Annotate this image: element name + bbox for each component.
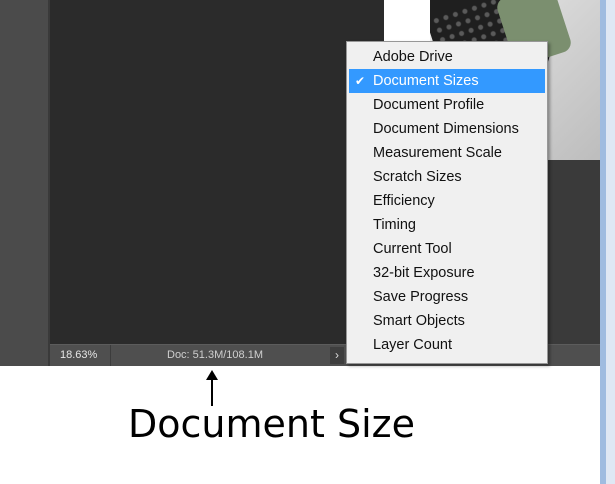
menu-item-label: Document Profile <box>373 97 485 113</box>
annotation-caption: Document Size <box>128 402 415 446</box>
menu-item-scratch-sizes[interactable]: Scratch Sizes <box>349 165 545 189</box>
menu-item-document-dimensions[interactable]: Document Dimensions <box>349 117 545 141</box>
canvas-gray-area <box>548 160 600 344</box>
menu-item-label: Measurement Scale <box>373 145 502 161</box>
checkmark-icon: ✔ <box>355 74 366 88</box>
menu-item-label: Current Tool <box>373 241 452 257</box>
zoom-level[interactable]: 18.63% <box>50 345 111 366</box>
menu-item-label: Efficiency <box>373 193 435 209</box>
menu-item-label: Scratch Sizes <box>373 169 462 185</box>
left-panel <box>0 0 48 366</box>
status-menu-arrow-button[interactable]: › <box>330 347 344 364</box>
menu-item-label: Timing <box>373 217 416 233</box>
menu-item-current-tool[interactable]: Current Tool <box>349 237 545 261</box>
menu-item-document-profile[interactable]: Document Profile <box>349 93 545 117</box>
document-size-info: Doc: 51.3M/108.1M <box>167 349 263 361</box>
menu-item-label: Smart Objects <box>373 313 465 329</box>
window-edge-light <box>606 0 615 484</box>
menu-item-label: Layer Count <box>373 337 452 353</box>
menu-item-efficiency[interactable]: Efficiency <box>349 189 545 213</box>
menu-item-adobe-drive[interactable]: Adobe Drive <box>349 45 545 69</box>
menu-item-label: Save Progress <box>373 289 469 305</box>
status-info-menu: Adobe Drive ✔ Document Sizes Document Pro… <box>346 41 548 364</box>
menu-item-measurement-scale[interactable]: Measurement Scale <box>349 141 545 165</box>
menu-item-timing[interactable]: Timing <box>349 213 545 237</box>
menu-item-label: 32-bit Exposure <box>373 265 475 281</box>
menu-item-save-progress[interactable]: Save Progress <box>349 285 545 309</box>
menu-item-layer-count[interactable]: Layer Count <box>349 333 545 357</box>
menu-item-label: Document Sizes <box>373 73 479 89</box>
image-background <box>384 0 430 42</box>
menu-item-label: Document Dimensions <box>373 121 519 137</box>
menu-item-32-bit-exposure[interactable]: 32-bit Exposure <box>349 261 545 285</box>
menu-item-document-sizes[interactable]: ✔ Document Sizes <box>349 69 545 93</box>
menu-item-smart-objects[interactable]: Smart Objects <box>349 309 545 333</box>
menu-item-label: Adobe Drive <box>373 49 453 65</box>
